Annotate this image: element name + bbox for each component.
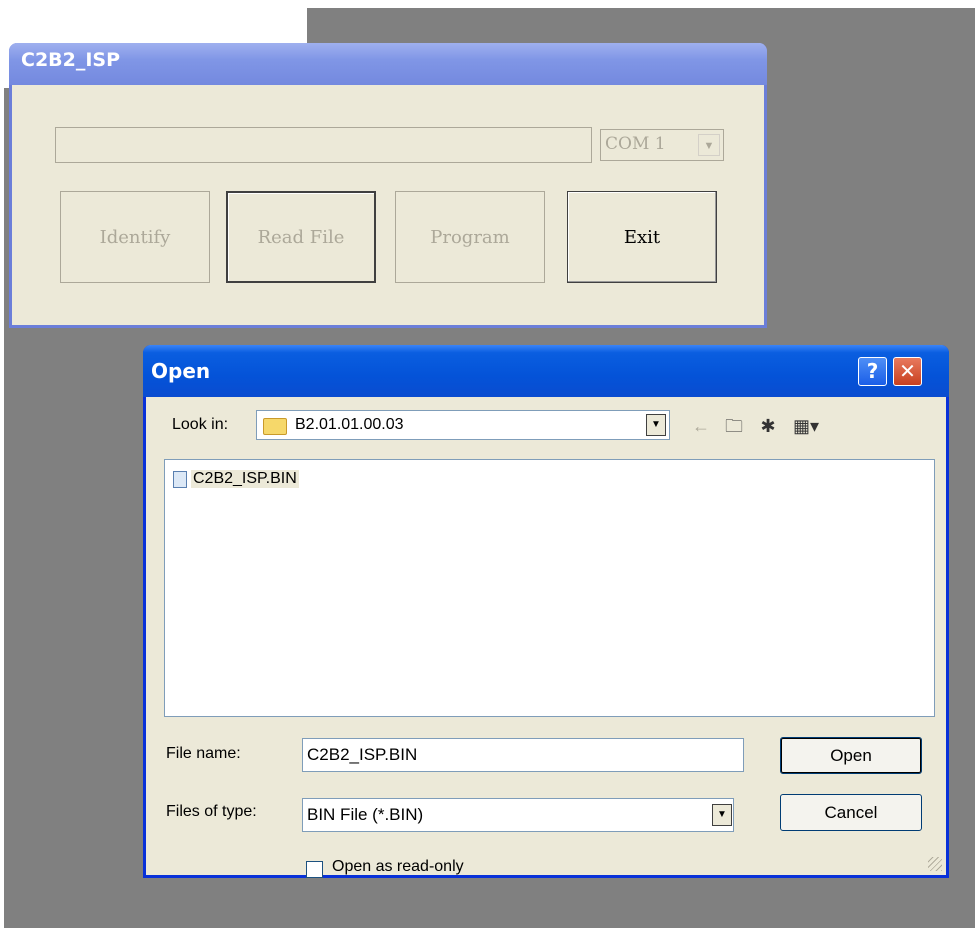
help-button[interactable]: ? [858, 357, 887, 386]
look-in-combo[interactable]: B2.01.01.00.03 [256, 410, 670, 440]
chevron-down-icon[interactable]: ▼ [698, 134, 720, 156]
read-only-label: Open as read-only [332, 858, 464, 875]
back-arrow-icon[interactable]: ← [689, 415, 713, 437]
identify-button[interactable]: Identify [60, 191, 210, 283]
close-button[interactable]: ✕ [893, 357, 922, 386]
open-dialog: Open ? ✕ Look in: B2.01.01.00.03 ▼ ← 🗀 ✱… [143, 345, 949, 878]
progress-bar [55, 127, 592, 163]
chevron-down-icon[interactable]: ▼ [646, 414, 666, 436]
title-bar[interactable]: C2B2_ISP [9, 43, 767, 85]
open-button[interactable]: Open [780, 737, 922, 774]
up-folder-icon[interactable]: 🗀 [722, 415, 746, 437]
files-of-type-select[interactable]: BIN File (*.BIN) [302, 798, 734, 832]
program-button[interactable]: Program [395, 191, 545, 283]
resize-grip-icon[interactable] [928, 857, 942, 871]
files-of-type-label: Files of type: [166, 803, 257, 820]
exit-button[interactable]: Exit [567, 191, 717, 283]
view-menu-icon[interactable]: ▦▾ [789, 415, 823, 437]
dialog-title-bar[interactable]: Open ? ✕ [143, 345, 949, 397]
dialog-title: Open [151, 359, 211, 383]
file-name-label: File name: [166, 745, 241, 762]
look-in-label: Look in: [172, 416, 229, 433]
com-port-value: COM 1 [605, 134, 666, 154]
chevron-down-icon[interactable]: ▼ [712, 804, 732, 826]
folder-icon [263, 418, 287, 435]
cancel-button[interactable]: Cancel [780, 794, 922, 831]
file-name: C2B2_ISP.BIN [191, 470, 299, 488]
file-name-field[interactable]: C2B2_ISP.BIN [302, 738, 744, 772]
list-item[interactable]: C2B2_ISP.BIN [173, 468, 299, 490]
file-list[interactable]: C2B2_ISP.BIN [164, 459, 935, 717]
window-title: C2B2_ISP [21, 49, 121, 71]
read-only-checkbox[interactable] [306, 861, 323, 878]
look-in-value: B2.01.01.00.03 [295, 416, 404, 433]
c2b2-isp-window: C2B2_ISP COM 1 ▼ Identify Read File Prog… [9, 43, 767, 328]
read-file-button[interactable]: Read File [226, 191, 376, 283]
com-port-select[interactable]: COM 1 ▼ [600, 129, 724, 161]
file-icon [173, 470, 187, 488]
new-folder-icon[interactable]: ✱ [756, 415, 780, 437]
